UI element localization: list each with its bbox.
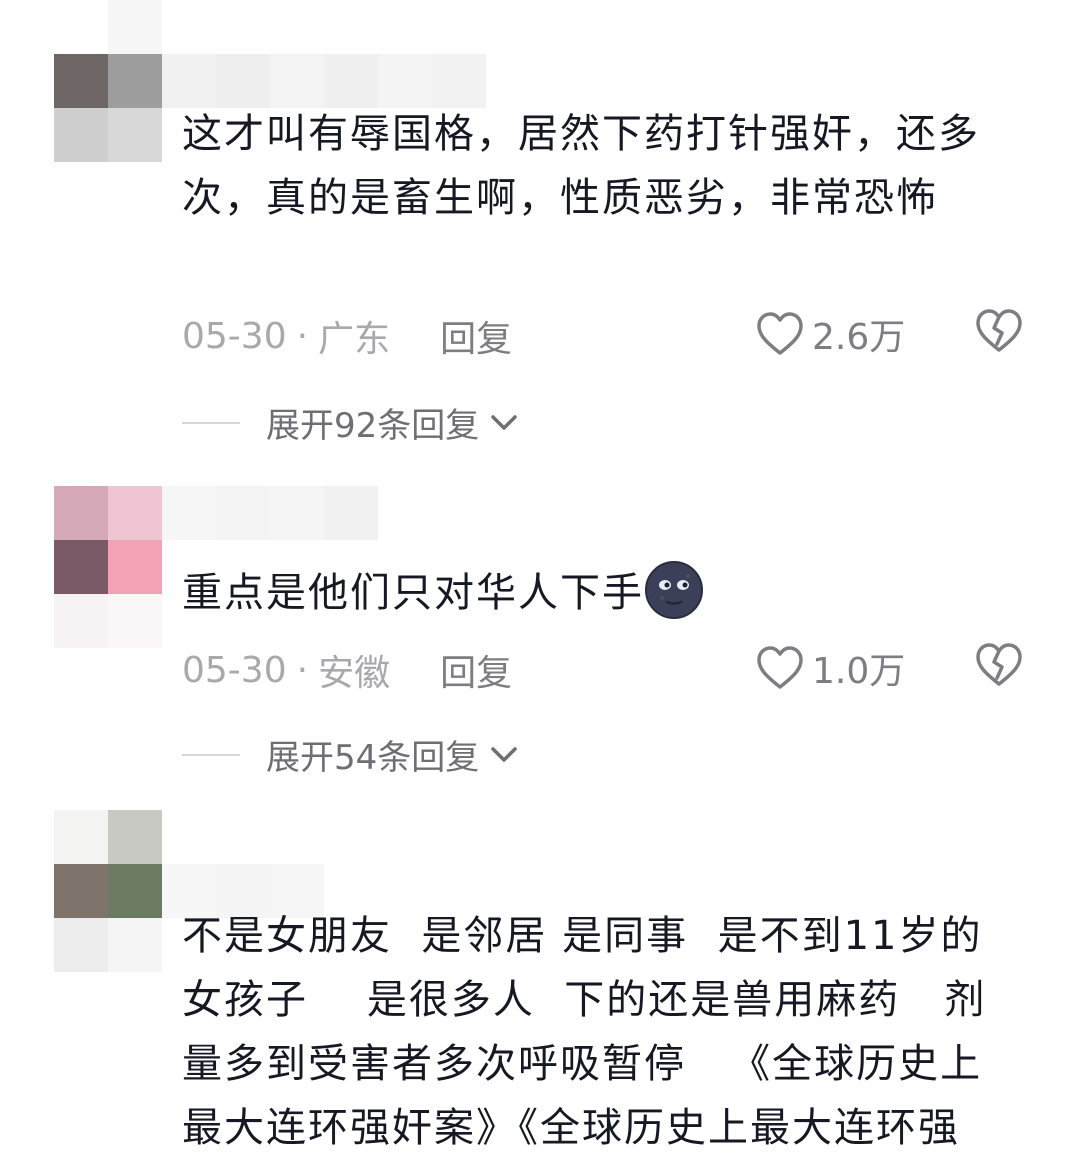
avatar-blur-top [54,0,162,54]
comment-date: 05-30 [182,315,287,357]
comment-location: 广东 [318,319,391,360]
comment-meta: 05-30 · 广东 回复 [182,310,512,362]
avatar[interactable] [54,864,162,972]
avatar[interactable] [54,54,162,162]
like-count: 2.6万 [812,317,906,358]
expand-replies-label: 展开92条回复 [266,406,480,446]
comment-location: 安徽 [318,653,391,694]
comment-date: 05-30 [182,649,287,691]
expand-replies-button[interactable]: 展开92条回复 [182,398,519,447]
dislike-button[interactable] [975,642,1023,692]
like-count: 1.0万 [812,651,906,692]
username-redacted [162,54,486,108]
new-moon-face-icon [645,561,703,619]
like-button[interactable]: 1.0万 [756,642,905,694]
divider-line [182,421,240,424]
reply-button[interactable]: 回复 [440,644,512,696]
dislike-button[interactable] [975,308,1023,358]
avatar-blur-bottom [54,594,162,648]
heart-outline-icon [757,646,803,689]
expand-replies-button[interactable]: 展开54条回复 [182,730,519,779]
reply-button[interactable]: 回复 [440,310,512,362]
broken-heart-icon [976,643,1022,686]
comment-text-content: 重点是他们只对华人下手 [182,570,644,616]
meta-separator: · [296,649,309,691]
broken-heart-icon [976,309,1022,352]
like-button[interactable]: 2.6万 [756,308,905,360]
meta-separator: · [296,315,309,357]
avatar[interactable] [54,486,162,594]
expand-replies-label: 展开54条回复 [266,738,480,778]
divider-line [182,753,240,756]
chevron-down-icon [491,746,518,762]
comment-text: 重点是他们只对华人下手 [182,560,1020,625]
comment-meta: 05-30 · 安徽 回复 [182,644,512,696]
heart-outline-icon [757,312,803,355]
comment-text: 这才叫有辱国格，居然下药打针强奸，还多次，真的是畜生啊，性质恶劣，非常恐怖 [182,111,980,221]
username-redacted [162,486,378,540]
avatar-blur-top [54,810,162,864]
chevron-down-icon [491,414,518,430]
comment-text: 不是女朋友 是邻居 是同事 是不到11岁的女孩子 是很多人 下的还是兽用麻药 剂… [182,913,987,1151]
